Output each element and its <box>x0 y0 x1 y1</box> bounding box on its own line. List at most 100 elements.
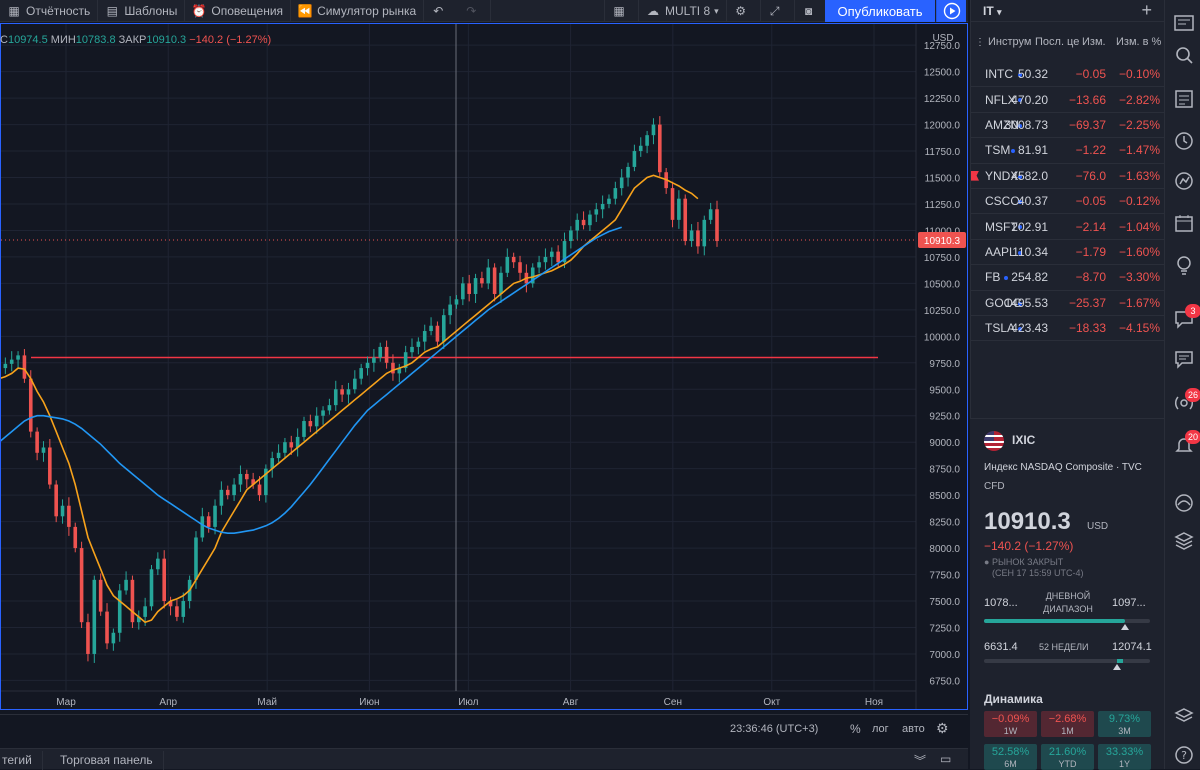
publish-button[interactable]: Опубликовать <box>825 0 935 22</box>
price-tick-label: 6750.0 <box>929 676 960 687</box>
price-chart[interactable]: 12750.012500.012250.012000.011750.011500… <box>0 24 967 709</box>
watchlist-row-aapl[interactable]: AAPL 110.34 −1.79 −1.60% <box>971 240 1164 266</box>
details-symbol[interactable]: IXIC <box>1012 433 1035 447</box>
price-tick-label: 10750.0 <box>924 253 961 264</box>
watchlist-title[interactable]: IT ▾ <box>983 4 1002 18</box>
price-tick-label: 9750.0 <box>929 359 960 370</box>
column-last[interactable]: Посл. це <box>1035 36 1079 48</box>
clock-icon[interactable] <box>1173 130 1195 152</box>
day-range-label: ДНЕВНОЙ ДИАПАЗОН <box>1043 591 1093 614</box>
candle-body <box>683 198 688 242</box>
play-button[interactable] <box>936 0 966 22</box>
candle-body <box>41 447 46 453</box>
tab-strategies[interactable]: тегий <box>0 751 43 770</box>
watchlist-row-yndx[interactable]: YNDX 4582.0 −76.0 −1.63% <box>971 164 1164 189</box>
log-scale-toggle[interactable]: лог <box>872 723 889 735</box>
candle-body <box>588 214 592 226</box>
calendar-icon[interactable] <box>1173 212 1195 234</box>
hotlists-icon[interactable] <box>1173 492 1195 514</box>
candle-body <box>111 632 116 644</box>
camera-icon: ◙ <box>805 4 813 18</box>
candle-body <box>289 442 294 448</box>
data-window-icon[interactable] <box>1173 170 1195 192</box>
layers-icon[interactable] <box>1173 530 1195 552</box>
rewind-icon: ⏪ <box>297 3 313 18</box>
maximize-panel-icon[interactable]: ▭ <box>940 752 951 766</box>
watchlist-row-msft[interactable]: MSFT 202.91 −2.14 −1.04% <box>971 214 1164 240</box>
help-icon[interactable]: ? <box>1173 744 1195 766</box>
candle-body <box>511 256 516 263</box>
candle-body <box>600 203 605 210</box>
candle-body <box>696 230 700 247</box>
tab-trading-panel[interactable]: Торговая панель <box>50 751 164 770</box>
gear-icon[interactable]: ⚙ <box>936 720 949 737</box>
watchlist-icon[interactable] <box>1173 12 1195 34</box>
watchlist-last-price: 40.37 <box>1017 194 1048 209</box>
candle-body <box>461 283 465 300</box>
candle-body <box>626 166 630 178</box>
performance-value: 52.58% <box>991 746 1030 758</box>
stack-icon[interactable] <box>1173 706 1195 728</box>
layout-grid-button[interactable]: ▦ <box>604 0 639 22</box>
reports-button[interactable]: ▦ Отчётность <box>0 0 99 22</box>
candle-body <box>308 421 313 427</box>
messages-icon[interactable] <box>1173 348 1195 370</box>
templates-button[interactable]: ▤ Шаблоны <box>98 0 186 22</box>
watchlist-row-tsm[interactable]: TSM 81.91 −1.22 −1.47% <box>971 138 1164 164</box>
performance-cell[interactable]: 33.33% 1Y <box>1098 744 1151 770</box>
candle-body <box>9 359 14 364</box>
drag-handle-icon[interactable]: ⋮ <box>975 37 985 48</box>
watchlist-change: −0.05 <box>1075 194 1106 209</box>
search-icon[interactable] <box>1173 44 1195 66</box>
candle-body <box>156 558 160 570</box>
performance-cell[interactable]: −0.09% 1W <box>984 711 1037 737</box>
watchlist-row-tsla[interactable]: TSLA 423.43 −18.33 −4.15% <box>971 316 1164 342</box>
add-symbol-button[interactable]: + <box>1141 0 1152 21</box>
candle-body <box>715 209 719 242</box>
watchlist-row-amzn[interactable]: AMZN 3008.73 −69.37 −2.25% <box>971 113 1164 139</box>
news-icon[interactable] <box>1173 88 1195 110</box>
watchlist-change-pct: −1.60% <box>1118 244 1160 259</box>
alerts-button[interactable]: ⏰ Оповещения <box>185 0 292 22</box>
collapse-panel-icon[interactable]: ︾ <box>914 752 926 769</box>
watchlist-row-goog[interactable]: GOOG 1495.53 −25.37 −1.67% <box>971 291 1164 316</box>
column-instrument[interactable]: Инструм <box>988 36 1035 48</box>
watchlist-rows: INTC 50.32 −0.05 −0.10% NFLX 470.20 −13.66 −2.8… <box>971 62 1164 342</box>
redo-button[interactable]: ↷ <box>457 0 492 22</box>
performance-cell[interactable]: 21.60% YTD <box>1041 744 1094 770</box>
fullscreen-button[interactable]: ⤢ <box>761 0 795 22</box>
chat-badge: 3 <box>1185 304 1200 318</box>
auto-scale-toggle[interactable]: авто <box>902 723 925 735</box>
watchlist-row-csco[interactable]: CSCO 40.37 −0.05 −0.12% <box>971 189 1164 215</box>
simulator-button[interactable]: ⏪ Симулятор рынка <box>291 0 425 22</box>
ideas-icon[interactable] <box>1173 254 1195 276</box>
snapshot-button[interactable]: ◙ <box>795 0 829 22</box>
month-tick-label: Окт <box>763 697 780 708</box>
percent-scale-toggle[interactable]: % <box>850 722 861 736</box>
performance-value: 21.60% <box>1048 746 1087 758</box>
month-tick-label: Ноя <box>865 697 883 708</box>
month-tick-label: Мар <box>56 697 76 708</box>
price-tick-label: 10500.0 <box>924 279 961 290</box>
performance-cell[interactable]: −2.68% 1M <box>1041 711 1094 737</box>
watchlist-row-nflx[interactable]: NFLX 470.20 −13.66 −2.82% <box>971 87 1164 113</box>
column-change-pct[interactable]: Изм. в % <box>1116 36 1162 48</box>
undo-button[interactable]: ↶ <box>424 0 457 22</box>
candle-body <box>79 548 84 623</box>
watchlist-symbol: FB <box>985 270 1001 285</box>
chart-pane[interactable]: 12750.0 12500.0 12250.0 12000.0 11750.0 11500… <box>0 23 968 710</box>
legend-close-value: 10910.3 <box>146 34 187 46</box>
candle-body <box>518 262 522 273</box>
performance-cell[interactable]: 9.73% 3M <box>1098 711 1151 737</box>
performance-period: YTD <box>1058 759 1077 769</box>
layout-select[interactable]: ☁ MULTI 8 ▾ <box>639 0 727 22</box>
watchlist-row-intc[interactable]: INTC 50.32 −0.05 −0.10% <box>971 62 1164 88</box>
settings-button[interactable]: ⚙ <box>727 0 761 22</box>
watchlist-change-pct: −0.12% <box>1118 194 1160 209</box>
column-change[interactable]: Изм. <box>1082 36 1116 48</box>
candle-body <box>378 346 383 358</box>
watchlist-row-fb[interactable]: FB 254.82 −8.70 −3.30% <box>971 265 1164 291</box>
performance-cell[interactable]: 52.58% 6M <box>984 744 1037 770</box>
details-description: Индекс NASDAQ Composite <box>984 462 1114 473</box>
bottom-panel-tabs: тегий Торговая панель ︾ ▭ <box>0 748 968 770</box>
